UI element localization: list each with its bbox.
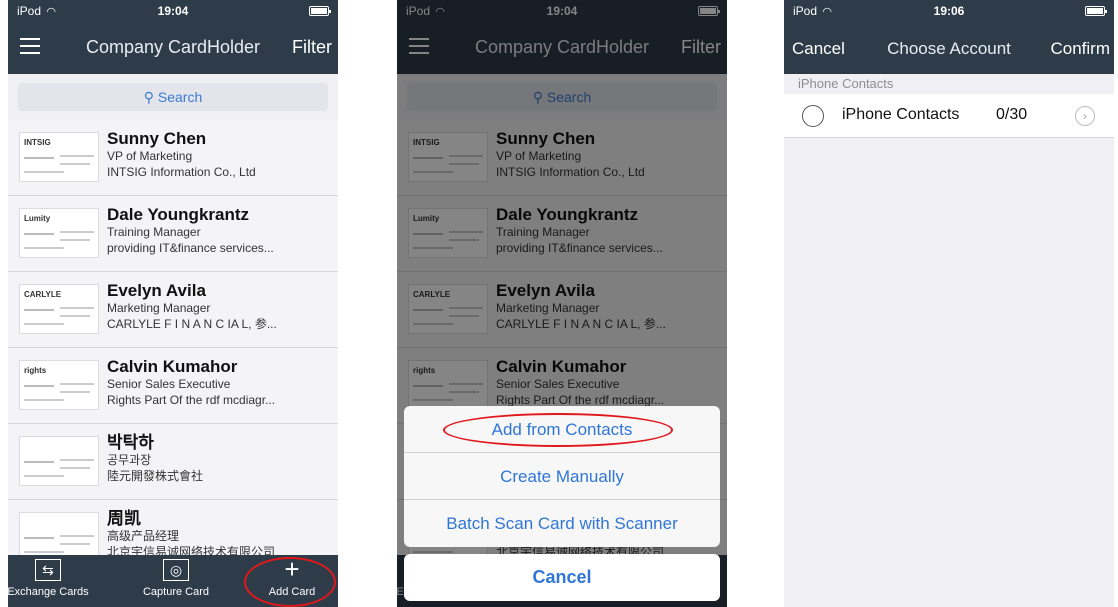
highlight-circle [443, 413, 673, 447]
contact-name: 周凯 [107, 509, 141, 528]
status-bar: iPod ◠ 19:04 [8, 0, 338, 22]
card-info: Dale Youngkrantz Training Manager providin… [107, 205, 332, 256]
status-time: 19:04 [157, 4, 189, 18]
tab-label: Exchange Cards [8, 586, 89, 598]
card-logo: INTSIG [24, 138, 51, 147]
card-thumbnail: Lumity [19, 208, 99, 258]
card-list: INTSIG Sunny Chen VP of Marketing INTSIG In… [8, 120, 338, 576]
card-thumbnail [19, 436, 99, 486]
search-input[interactable]: ⚲ Search [18, 83, 328, 111]
account-row[interactable]: iPhone Contacts 0/30 › [784, 94, 1114, 138]
account-label: iPhone Contacts [842, 106, 960, 123]
batch-scan-button[interactable]: Batch Scan Card with Scanner [404, 500, 720, 547]
card-logo: rights [24, 366, 47, 375]
card-list-item[interactable]: rights Calvin Kumahor Senior Sales Executi… [8, 348, 338, 424]
contact-company: CARLYLE F I N A N C IA L, 参... [107, 317, 277, 331]
battery-icon [1085, 6, 1107, 16]
card-logo: Lumity [24, 214, 51, 223]
account-count: 0/30 [996, 106, 1028, 123]
radio-button[interactable] [802, 105, 824, 127]
card-info: 박탁하공무과장 陸元開發株式會社 [107, 433, 332, 484]
cancel-button[interactable]: Cancel [404, 554, 720, 601]
choose-account-screen: iPod ◠ 19:06 Cancel Choose Account Confi… [784, 0, 1114, 607]
contact-name: Sunny Chen [107, 129, 207, 148]
search-placeholder: Search [157, 89, 203, 105]
card-thumbnail: CARLYLE [19, 284, 99, 334]
contact-title: 高级产品经理 [107, 529, 180, 543]
camera-icon: ◎ [163, 559, 189, 581]
contact-name: Dale Youngkrantz [107, 205, 250, 224]
card-thumbnail: INTSIG [19, 132, 99, 182]
contact-company: Rights Part Of the rdf mcdiagr... [107, 393, 276, 407]
confirm-button[interactable]: Confirm [1050, 39, 1110, 59]
search-icon: ⚲ [143, 89, 154, 105]
contact-title: 공무과장 [107, 453, 152, 467]
card-list-item[interactable]: 박탁하공무과장 陸元開發株式會社 [8, 424, 338, 500]
contact-company: 陸元開發株式會社 [107, 469, 204, 483]
contact-name: Calvin Kumahor [107, 357, 238, 376]
contact-title: VP of Marketing [107, 149, 193, 163]
card-list-item[interactable]: Lumity Dale Youngkrantz Training Manager pr… [8, 196, 338, 272]
status-time: 19:06 [933, 4, 965, 18]
highlight-circle [244, 557, 336, 607]
contact-company: INTSIG Information Co., Ltd [107, 165, 256, 179]
navbar: Cancel Choose Account Confirm [784, 22, 1114, 74]
contact-title: Senior Sales Executive [107, 377, 231, 391]
tab-bar: ⇆Exchange Cards ◎Capture Card +Add Card [8, 555, 338, 607]
contact-name: 박탁하 [107, 433, 154, 452]
card-info: 周凯高级产品经理北京宇信易诚网络技术有限公司 [107, 509, 332, 560]
page-title: Company CardHolder [85, 37, 261, 57]
contact-title: Marketing Manager [107, 301, 211, 315]
contact-name: Evelyn Avila [107, 281, 206, 300]
contact-company: providing IT&finance services... [107, 241, 274, 255]
status-bar: iPod ◠ 19:06 [784, 0, 1114, 22]
cardholder-screen: iPod ◠ 19:04 Company CardHolder Filter ⚲… [8, 0, 338, 607]
navbar: Company CardHolder Filter [8, 22, 338, 74]
tab-label: Capture Card [142, 586, 210, 598]
card-list-item[interactable]: CARLYLE Evelyn Avila Marketing Manager CARL… [8, 272, 338, 348]
create-manually-button[interactable]: Create Manually [404, 453, 720, 500]
contact-title: Training Manager [107, 225, 201, 239]
filter-button[interactable]: Filter [292, 37, 332, 58]
card-info: Evelyn Avila Marketing Manager CARLYLE F I… [107, 281, 332, 332]
tab-exchange-cards[interactable]: ⇆ Exchange Cards [8, 559, 103, 598]
battery-icon [309, 6, 331, 16]
action-sheet-screen: iPod ◠ 19:04 Company CardHolder Filter ⚲… [397, 0, 727, 607]
tab-capture-card[interactable]: ◎ Capture Card [121, 559, 231, 598]
search-bar: ⚲ Search [8, 74, 338, 120]
exchange-icon: ⇆ [35, 559, 61, 581]
card-list-item[interactable]: INTSIG Sunny Chen VP of Marketing INTSIG In… [8, 120, 338, 196]
chevron-right-icon[interactable]: › [1075, 106, 1095, 126]
card-info: Calvin Kumahor Senior Sales Executive Righ… [107, 357, 332, 408]
card-info: Sunny Chen VP of Marketing INTSIG Informat… [107, 129, 332, 180]
card-thumbnail: rights [19, 360, 99, 410]
card-logo: CARLYLE [24, 290, 62, 299]
section-header: iPhone Contacts [784, 74, 1114, 94]
